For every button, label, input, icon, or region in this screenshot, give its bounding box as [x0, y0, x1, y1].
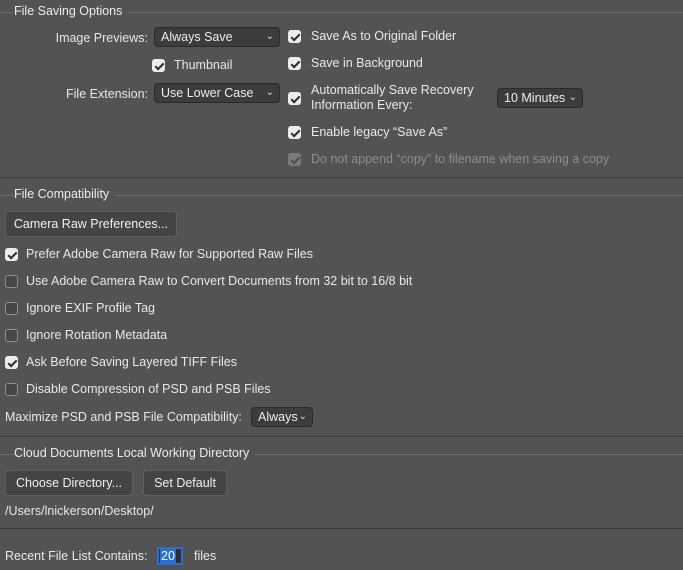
file-saving-title: File Saving Options — [14, 4, 129, 18]
auto-save-label-line2: Information Every: — [311, 98, 413, 112]
recent-files-count-value: 20 — [160, 549, 176, 563]
file-compat-title: File Compatibility — [14, 187, 116, 201]
file-compat-option-checkbox[interactable] — [5, 329, 18, 342]
maximize-compat-select[interactable]: Always ⌄ — [251, 407, 313, 427]
preferences-file-handling-panel: File Saving Options Image Previews: Alwa… — [0, 0, 683, 570]
legacy-save-as-checkbox[interactable] — [288, 126, 301, 139]
auto-save-interval-select[interactable]: 10 Minutes ⌄ — [497, 88, 583, 108]
recent-files-label: Recent File List Contains: — [5, 549, 148, 563]
set-default-button[interactable]: Set Default — [143, 470, 227, 496]
cloud-directory-path: /Users/lnickerson/Desktop/ — [5, 504, 154, 518]
maximize-compat-value: Always — [258, 410, 298, 424]
chevron-down-icon: ⌄ — [265, 87, 274, 98]
recent-files-count-input[interactable]: 20 — [157, 547, 183, 565]
no-append-copy-label: Do not append “copy” to filename when sa… — [311, 152, 610, 166]
file-extension-label: File Extension: — [66, 87, 148, 101]
cloud-docs-title: Cloud Documents Local Working Directory — [14, 446, 256, 460]
file-compat-option-label: Ask Before Saving Layered TIFF Files — [26, 355, 237, 369]
thumbnail-label: Thumbnail — [174, 58, 233, 72]
file-compat-option-label: Prefer Adobe Camera Raw for Supported Ra… — [26, 247, 313, 261]
auto-save-recovery-checkbox[interactable] — [288, 92, 301, 105]
recent-files-suffix: files — [194, 549, 217, 563]
file-compat-option-checkbox[interactable] — [5, 302, 18, 315]
camera-raw-preferences-button[interactable]: Camera Raw Preferences... — [5, 211, 177, 237]
file-extension-select[interactable]: Use Lower Case ⌄ — [154, 83, 280, 103]
legacy-save-as-label: Enable legacy “Save As” — [311, 125, 448, 139]
file-compat-option-checkbox[interactable] — [5, 275, 18, 288]
thumbnail-checkbox[interactable] — [152, 59, 165, 72]
chevron-down-icon: ⌄ — [265, 31, 274, 42]
save-in-background-label: Save in Background — [311, 56, 423, 70]
maximize-compat-label: Maximize PSD and PSB File Compatibility: — [5, 410, 242, 424]
save-as-original-label: Save As to Original Folder — [311, 29, 457, 43]
save-as-original-checkbox[interactable] — [288, 30, 301, 43]
auto-save-label-line1: Automatically Save Recovery — [311, 83, 474, 97]
no-append-copy-checkbox[interactable] — [288, 153, 301, 166]
image-previews-value: Always Save — [161, 30, 233, 44]
section-divider — [0, 177, 683, 178]
file-compat-option-label: Use Adobe Camera Raw to Convert Document… — [26, 274, 413, 288]
image-previews-select[interactable]: Always Save ⌄ — [154, 27, 280, 47]
file-extension-value: Use Lower Case — [161, 86, 254, 100]
file-compat-option-label: Ignore Rotation Metadata — [26, 328, 168, 342]
save-in-background-checkbox[interactable] — [288, 57, 301, 70]
file-compat-option-label: Ignore EXIF Profile Tag — [26, 301, 156, 315]
chevron-down-icon: ⌄ — [298, 411, 307, 422]
chevron-down-icon: ⌄ — [568, 92, 577, 103]
file-compat-option-checkbox[interactable] — [5, 356, 18, 369]
image-previews-label: Image Previews: — [55, 31, 148, 45]
choose-directory-button[interactable]: Choose Directory... — [5, 470, 133, 496]
file-compat-option-checkbox[interactable] — [5, 248, 18, 261]
file-compat-option-label: Disable Compression of PSD and PSB Files — [26, 382, 271, 396]
section-divider — [0, 436, 683, 437]
auto-save-interval-value: 10 Minutes — [504, 91, 566, 105]
section-divider — [0, 528, 683, 529]
file-compat-option-checkbox[interactable] — [5, 383, 18, 396]
